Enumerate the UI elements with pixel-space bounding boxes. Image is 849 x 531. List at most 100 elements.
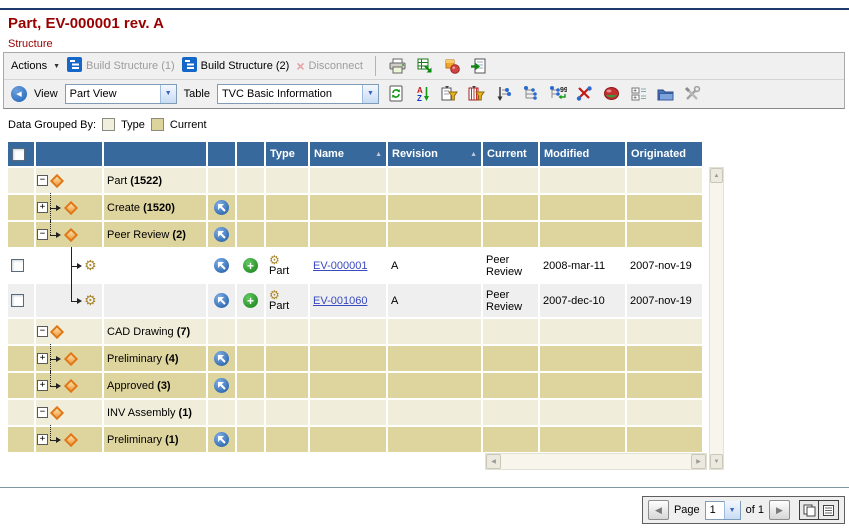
navigate-icon[interactable] [214,432,229,447]
order-structure-icon[interactable] [494,84,514,104]
expand-icon[interactable]: + [37,434,48,445]
actions-menu-button[interactable]: Actions ▼ [11,60,60,72]
tree-branch [48,373,63,398]
export-file-icon[interactable] [469,56,489,76]
header-type[interactable]: Type [266,142,308,166]
build-structure-1-label: Build Structure (1) [86,60,175,72]
vertical-scrollbar[interactable]: ▲ ▼ [709,167,724,470]
build-structure-1-button[interactable]: Build Structure (1) [67,57,175,75]
view-select[interactable]: Part View ▼ [65,84,177,104]
expand-icon[interactable]: + [37,353,48,364]
actions-label: Actions [11,60,47,72]
sort-az-icon[interactable]: AZ [413,84,433,104]
group-row-part: − Part (1522) [8,168,702,193]
horizontal-scrollbar[interactable]: ◀ ▶ [485,453,707,470]
type-group-swatch [102,118,115,131]
cell-current: Peer Review [483,249,538,282]
page-of-label: of 1 [746,504,764,516]
add-icon[interactable]: + [243,293,258,308]
build-structure-icon [182,57,197,75]
world-icon[interactable] [602,84,622,104]
table-select[interactable]: TVC Basic Information ▼ [217,84,379,104]
row-checkbox[interactable] [11,294,24,307]
tree-branch [48,427,63,452]
current-group-label: Current [170,119,207,131]
expand-icon[interactable]: + [37,380,48,391]
navigate-icon[interactable] [214,258,229,273]
filter-table-icon[interactable] [467,84,487,104]
collapse-icon[interactable]: − [37,407,48,418]
header-current[interactable]: Current [483,142,538,166]
select-all-checkbox[interactable] [12,148,25,161]
tree-branch [48,222,63,247]
prev-page-button[interactable]: ◀ [648,500,669,520]
navigate-icon[interactable] [214,200,229,215]
remove-node-icon[interactable] [575,84,595,104]
navigate-icon[interactable] [214,227,229,242]
back-icon[interactable]: ◀ [11,86,27,102]
cell-revision: A [388,249,481,282]
refresh-icon[interactable] [386,84,406,104]
header-tree [36,142,102,166]
navigate-icon[interactable] [214,293,229,308]
group-row-inv-assembly: − INV Assembly (1) [8,400,702,425]
expand-structure-icon[interactable] [521,84,541,104]
export-excel-icon[interactable] [415,56,435,76]
cell-revision: A [388,284,481,317]
pagination-bar: ◀ Page 1 ▼ of 1 ▶ [642,496,845,524]
header-name[interactable]: Name▲ [310,142,386,166]
list-view-icon[interactable] [819,500,839,520]
header-modified[interactable]: Modified [540,142,625,166]
visualize-3d-icon[interactable] [442,56,462,76]
disconnect-button[interactable]: × Disconnect [296,59,363,73]
build-structure-2-button[interactable]: Build Structure (2) [182,57,290,75]
collapse-icon[interactable]: − [37,326,48,337]
collapse-icon[interactable]: − [37,229,48,240]
structure-browser-page: { "page": { "title": "Part, EV-000001 re… [0,0,849,531]
state-group-icon [64,200,78,214]
group-row-cad-drawing: − CAD Drawing (7) [8,319,702,344]
table-row-ev-000001: ⚙ + ⚙Part EV-000001 A Peer Review 2008-m… [8,249,702,282]
part-name-link[interactable]: EV-001060 [313,295,367,307]
page-subtitle: Structure [8,38,53,50]
cell-originated: 2007-nov-19 [627,284,702,317]
group-row-create: + Create (1520) [8,195,702,220]
build-structure-icon [67,57,82,75]
next-page-button[interactable]: ▶ [769,500,790,520]
top-divider [0,8,849,10]
svg-text:+: + [633,87,637,94]
folder-icon[interactable] [656,84,676,104]
filter-form-icon[interactable] [440,84,460,104]
sort-asc-icon: ▲ [470,151,477,158]
navigate-icon[interactable] [214,378,229,393]
scroll-left-icon[interactable]: ◀ [486,454,501,469]
row-checkbox[interactable] [11,259,24,272]
add-icon[interactable]: + [243,258,258,273]
collapse-icon[interactable]: − [37,175,48,186]
navigate-icon[interactable] [214,351,229,366]
table-select-value: TVC Basic Information [218,88,362,100]
group-row-preliminary-4: + Preliminary (4) [8,346,702,371]
header-originated[interactable]: Originated [627,142,702,166]
scroll-down-icon[interactable]: ▼ [710,454,723,469]
structure-table: Type Name▲ Revision▲ Current Modified Or… [6,140,704,454]
page-select[interactable]: 1 ▼ [705,501,741,520]
toolbar-divider [375,56,376,76]
page-select-value: 1 [706,504,724,516]
header-revision[interactable]: Revision▲ [388,142,481,166]
expand-icon[interactable]: + [37,202,48,213]
table-label: Table [184,88,210,100]
tree-branch [69,284,84,317]
tree-branch [48,346,63,371]
scroll-up-icon[interactable]: ▲ [710,168,723,183]
toggle-groups-icon[interactable]: ++ [629,84,649,104]
part-type-icon: ⚙ [84,259,97,272]
group-row-preliminary-1: + Preliminary (1) [8,427,702,452]
tools-icon[interactable] [683,84,703,104]
show-all-pages-icon[interactable] [799,500,819,520]
print-icon[interactable] [388,56,408,76]
expand-to-level-icon[interactable]: 99 [548,84,568,104]
scroll-right-icon[interactable]: ▶ [691,454,706,469]
part-name-link[interactable]: EV-000001 [313,260,367,272]
group-row-approved: + Approved (3) [8,373,702,398]
